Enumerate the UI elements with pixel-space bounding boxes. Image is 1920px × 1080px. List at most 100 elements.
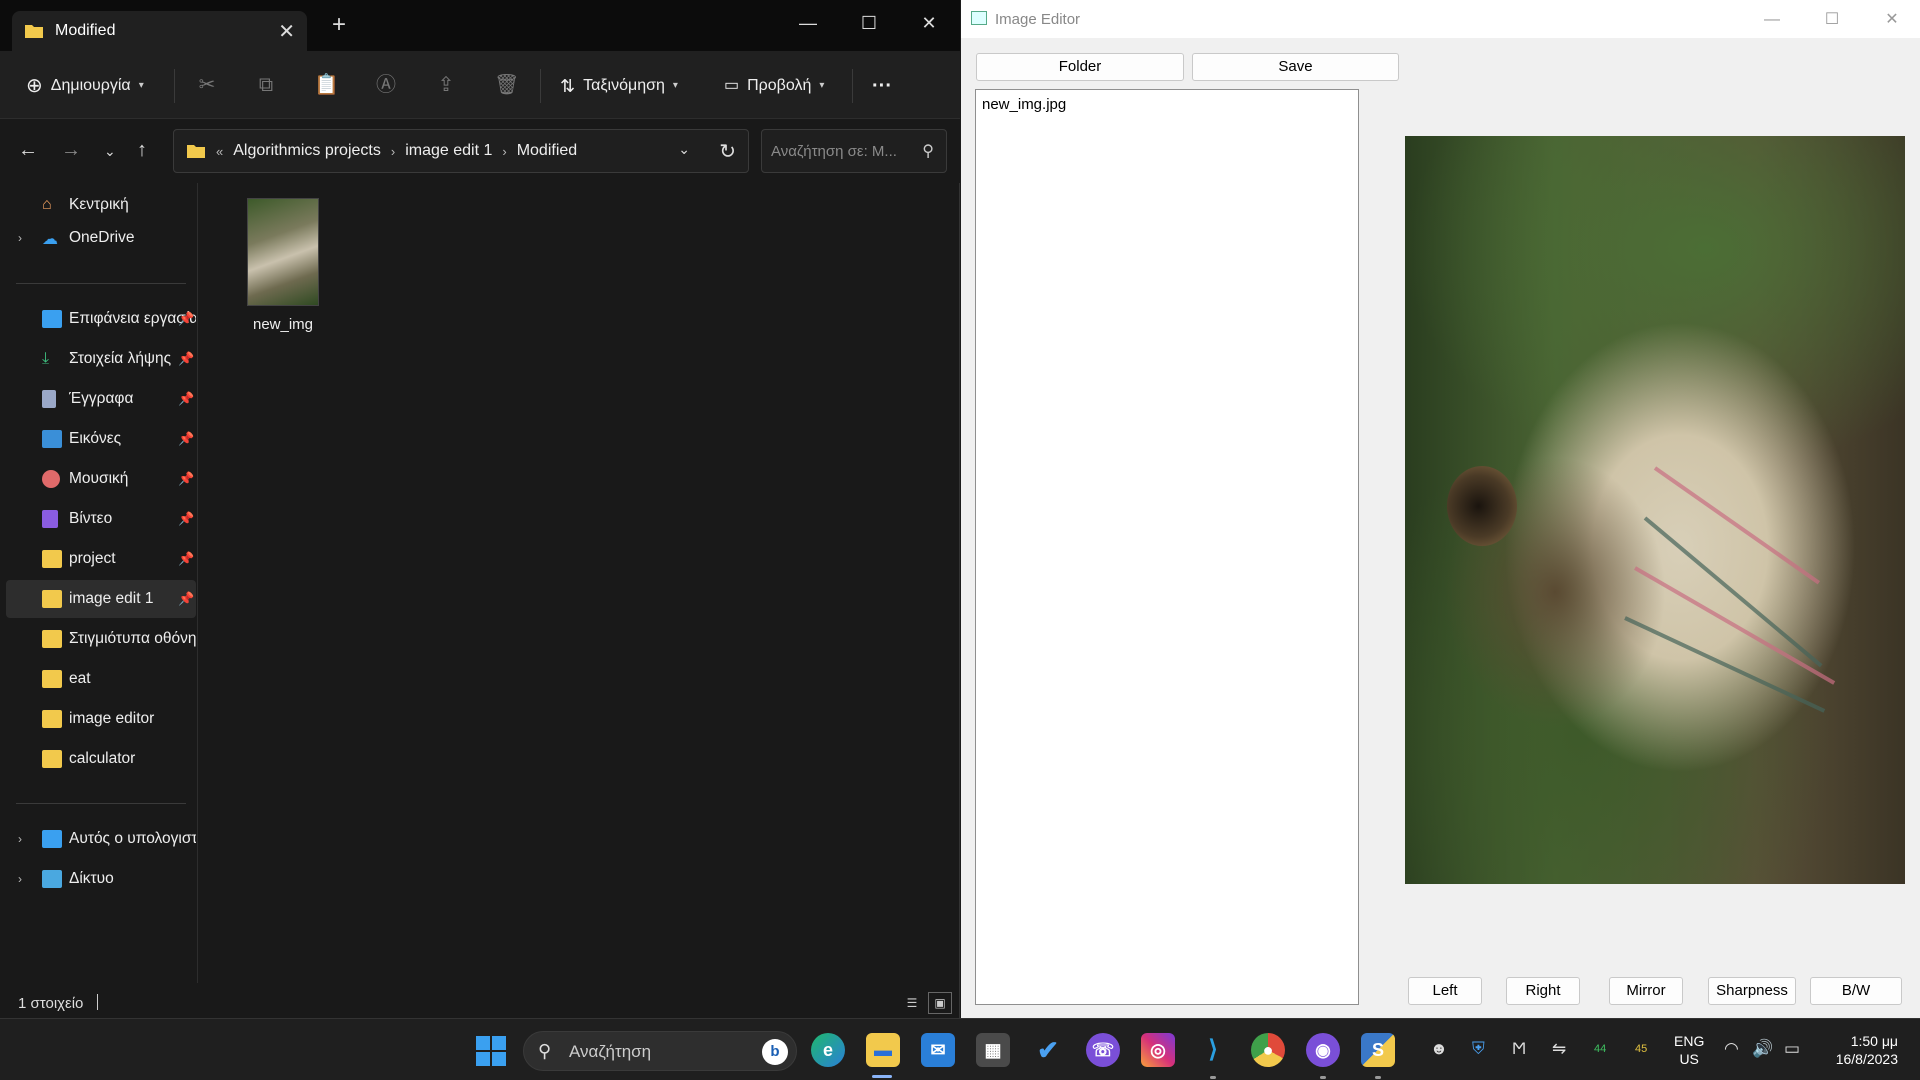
sidebar-item-label: project [69,550,116,567]
pin-icon[interactable]: 📌 [178,471,194,487]
paste-icon[interactable]: 📋 [314,73,339,97]
sidebar-item-project[interactable]: project 📌 [6,540,196,578]
delete-icon[interactable]: 🗑 [494,73,519,97]
instagram-icon[interactable]: ◎ [1141,1033,1175,1067]
up-arrow-icon[interactable]: ↑ [137,139,147,162]
black-white-button[interactable]: B/W [1810,977,1902,1005]
clock[interactable]: 1:50 μμ 16/8/2023 [1820,1032,1898,1068]
new-button[interactable]: ⊕ Δημιουργία ▾ [26,73,144,99]
recent-locations-chevron-icon[interactable]: ⌄ [104,143,116,160]
details-view-icon[interactable]: ☰ [900,992,924,1014]
close-window-button[interactable]: ✕ [906,6,952,40]
folder-button[interactable]: Folder [976,53,1184,81]
copy-icon[interactable]: ⧉ [254,73,278,97]
vscode-icon[interactable]: ⟩ [1196,1033,1230,1067]
battery-icon[interactable]: ▭ [1784,1039,1800,1059]
address-bar[interactable]: « Algorithmics projects › image edit 1 ›… [173,129,749,173]
pin-icon[interactable]: 📌 [178,431,194,447]
sidebar-item-calculator[interactable]: calculator [6,740,196,778]
wifi-icon[interactable]: ◠ [1724,1039,1739,1059]
cpu-temp-indicator[interactable]: 44 [1594,1043,1606,1055]
python-icon[interactable]: S [1361,1033,1395,1067]
pin-icon[interactable]: 📌 [178,591,194,607]
rotate-left-button[interactable]: Left [1408,977,1482,1005]
sidebar-item-image-editor[interactable]: image editor [6,700,196,738]
start-button[interactable] [476,1036,506,1066]
pin-icon[interactable]: 📌 [178,351,194,367]
sidebar-item-onedrive[interactable]: › ☁ OneDrive [6,219,196,257]
maximize-button[interactable]: ☐ [1809,6,1855,34]
new-tab-button[interactable]: + [332,13,346,37]
pin-icon[interactable]: 📌 [178,551,194,567]
expand-chevron-icon[interactable]: › [18,872,22,886]
pin-icon[interactable]: 📌 [178,511,194,527]
list-item[interactable]: new_img.jpg [982,96,1066,113]
sidebar-item-image-edit-1[interactable]: image edit 1 📌 [6,580,196,618]
sidebar-item-pictures[interactable]: Εικόνες 📌 [6,420,196,458]
rename-icon[interactable]: Ⓐ [374,73,398,97]
forward-arrow-icon[interactable]: → [61,139,81,162]
refresh-icon[interactable]: ↻ [719,139,736,164]
maximize-button[interactable]: ☐ [846,6,892,40]
sidebar-item-downloads[interactable]: ⤓ Στοιχεία λήψης 📌 [6,340,196,378]
sidebar-item-eat[interactable]: eat [6,660,196,698]
sidebar-item-this-pc[interactable]: › Αυτός ο υπολογιστής [6,820,196,858]
expand-chevron-icon[interactable]: › [18,832,22,846]
pin-icon[interactable]: 📌 [178,391,194,407]
tab-modified[interactable]: Modified ✕ [12,11,307,51]
sidebar-item-videos[interactable]: Βίντεο 📌 [6,500,196,538]
sidebar-item-desktop[interactable]: Επιφάνεια εργασίας 📌 [6,300,196,338]
back-arrow-icon[interactable]: ← [18,139,38,162]
pin-icon[interactable]: 📌 [178,311,194,327]
close-window-button[interactable]: ✕ [1869,6,1915,34]
security-shield-icon[interactable]: ⛨ [1472,1039,1485,1059]
settings-sliders-icon[interactable]: ⇋ [1552,1039,1566,1059]
folder-icon [42,670,62,688]
bing-icon[interactable]: b [762,1039,788,1065]
rotate-right-button[interactable]: Right [1506,977,1580,1005]
discord-icon[interactable]: ☻ [1430,1039,1448,1059]
chevron-right-icon[interactable]: › [502,144,506,159]
tiles-view-icon[interactable]: ▣ [928,992,952,1014]
file-item[interactable]: new_img [243,198,323,338]
gpu-temp-indicator[interactable]: 45 [1635,1043,1647,1055]
file-list[interactable]: new_img.jpg [975,89,1359,1005]
sort-button[interactable]: ⇅ Ταξινόμηση ▾ [560,73,678,99]
minimize-button[interactable]: — [1749,6,1795,34]
breadcrumb-item[interactable]: Algorithmics projects [233,142,381,160]
overflow-chevrons[interactable]: « [216,144,223,159]
mirror-button[interactable]: Mirror [1609,977,1683,1005]
chrome-icon[interactable]: ● [1251,1033,1285,1067]
save-button[interactable]: Save [1192,53,1399,81]
view-button[interactable]: ▭ Προβολή ▾ [724,73,824,99]
sidebar-item-label: Δίκτυο [69,870,114,887]
cut-icon[interactable]: ✂ [195,73,219,97]
search-input[interactable]: Αναζήτηση σε: M... ⚲ [761,129,947,173]
monitor-app-icon[interactable]: Ϻ [1512,1039,1526,1059]
language-indicator[interactable]: ENG US [1674,1032,1704,1068]
file-explorer-icon[interactable]: ▬ [866,1033,900,1067]
mail-icon[interactable]: ✉ [921,1033,955,1067]
more-options-button[interactable]: ··· [872,73,892,99]
calculator-icon[interactable]: ▦ [976,1033,1010,1067]
breadcrumb-item[interactable]: image edit 1 [405,142,492,160]
close-tab-icon[interactable]: ✕ [278,19,295,44]
volume-icon[interactable]: 🔊 [1752,1039,1773,1059]
sharpness-button[interactable]: Sharpness [1708,977,1796,1005]
sidebar-item-documents[interactable]: Έγγραφα 📌 [6,380,196,418]
taskbar-search[interactable]: ⚲ Αναζήτηση b [523,1031,797,1071]
todo-icon[interactable]: ✔ [1031,1033,1065,1067]
sidebar-item-network[interactable]: › Δίκτυο [6,860,196,898]
share-icon[interactable]: ⇪ [434,73,458,97]
sidebar-item-music[interactable]: Μουσική 📌 [6,460,196,498]
viber-icon[interactable]: ☏ [1086,1033,1120,1067]
chevron-right-icon[interactable]: › [391,144,395,159]
sidebar-item-label: Βίντεο [69,510,113,527]
address-dropdown-icon[interactable]: ⌄ [678,141,690,158]
github-desktop-icon[interactable]: ◉ [1306,1033,1340,1067]
breadcrumb-item[interactable]: Modified [517,142,577,160]
minimize-button[interactable]: — [785,6,831,40]
edge-icon[interactable]: e [811,1033,845,1067]
expand-chevron-icon[interactable]: › [18,231,22,245]
sidebar-item-screenshots[interactable]: Στιγμιότυπα οθόνης [6,620,196,658]
